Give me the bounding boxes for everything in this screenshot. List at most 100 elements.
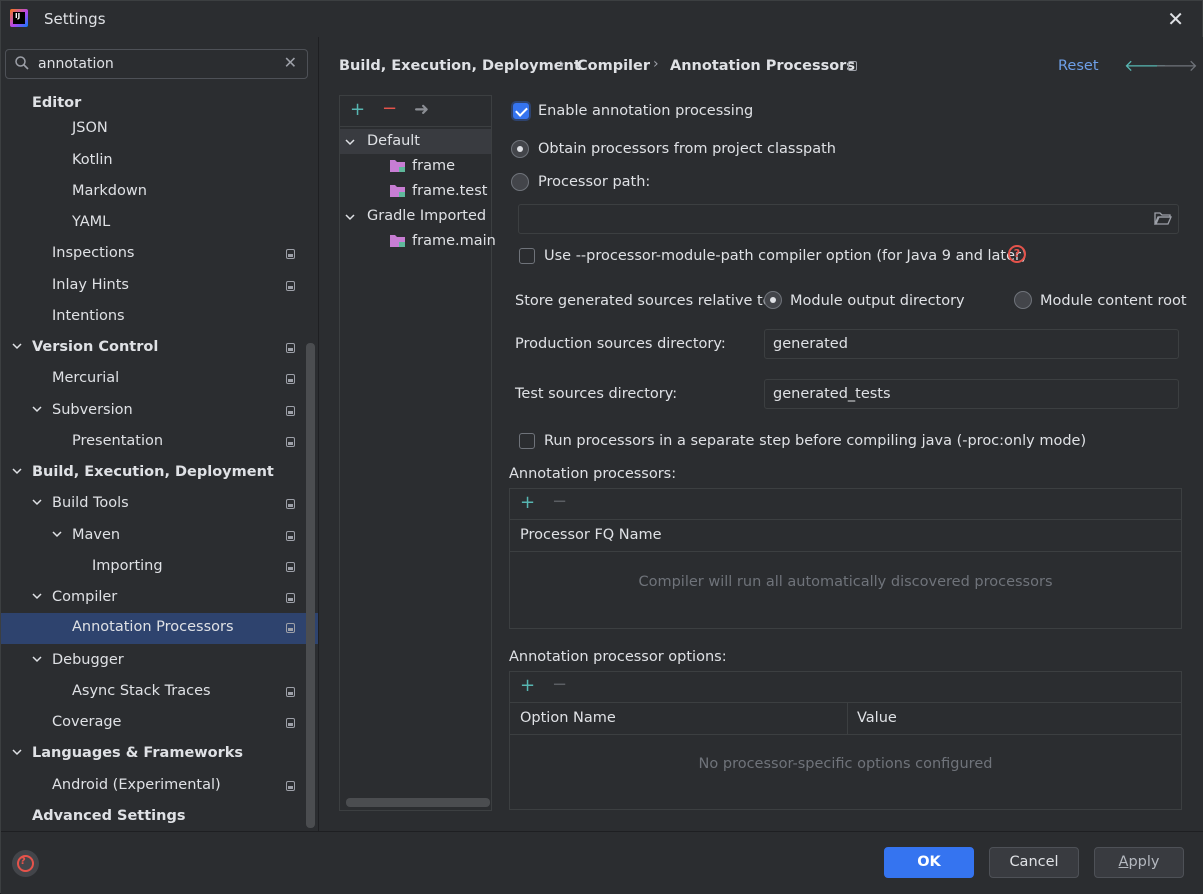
profile-module-frame-main[interactable]: frame.main: [340, 229, 496, 254]
production-sources-label: Production sources directory:: [515, 336, 726, 352]
breadcrumb-compiler[interactable]: Compiler: [577, 58, 650, 74]
tree-item-version-control[interactable]: Version Control: [1, 333, 318, 364]
chevron-down-icon[interactable]: [31, 590, 43, 602]
search-input[interactable]: [38, 54, 278, 74]
dialog-button-bar: ? OK Cancel Apply: [1, 831, 1203, 894]
tree-item-async-stack-traces[interactable]: Async Stack Traces: [1, 677, 318, 708]
tree-item-inlay-hints[interactable]: Inlay Hints: [1, 271, 318, 302]
enable-annotation-processing-checkbox[interactable]: [513, 103, 529, 119]
remove-option-icon[interactable]: −: [552, 676, 567, 694]
tree-item-debugger[interactable]: Debugger: [1, 646, 318, 677]
sidebar-scrollbar[interactable]: [306, 343, 315, 828]
options-table-header: Option Name Value: [510, 703, 1181, 735]
profile-gradle-imported[interactable]: Gradle Imported: [340, 204, 491, 229]
chevron-down-icon[interactable]: [31, 496, 43, 508]
tree-item-label: Importing: [92, 558, 163, 574]
column-processor-fq-name[interactable]: Processor FQ Name: [520, 527, 662, 543]
help-icon[interactable]: ?: [12, 850, 39, 877]
tree-item-label: Presentation: [72, 433, 164, 449]
tree-item-maven[interactable]: Maven: [1, 521, 318, 552]
tree-item-kotlin[interactable]: Kotlin: [1, 146, 318, 177]
separate-step-label: Run processors in a separate step before…: [544, 433, 1087, 449]
clear-search-icon[interactable]: ✕: [284, 53, 297, 72]
separate-step-checkbox[interactable]: [519, 433, 535, 449]
project-settings-icon: [286, 249, 295, 259]
add-option-icon[interactable]: +: [520, 677, 535, 695]
tree-item-label: Languages & Frameworks: [32, 745, 244, 761]
module-output-directory-radio[interactable]: [764, 291, 782, 309]
obtain-from-classpath-radio[interactable]: [511, 140, 529, 158]
move-profile-icon[interactable]: ➜: [414, 101, 429, 119]
add-processor-icon[interactable]: +: [520, 494, 535, 512]
forward-arrow-icon[interactable]: 🡒: [1155, 55, 1198, 75]
tree-item-build-tools[interactable]: Build Tools: [1, 489, 318, 520]
project-settings-icon: [286, 687, 295, 697]
processor-path-input[interactable]: [527, 210, 1127, 228]
chevron-down-icon[interactable]: [31, 403, 43, 415]
intellij-logo-icon: IJ: [10, 9, 28, 27]
cancel-button[interactable]: Cancel: [989, 847, 1079, 878]
tree-item-build-execution-deployment[interactable]: Build, Execution, Deployment: [1, 458, 318, 489]
tree-item-label: Mercurial: [52, 370, 120, 386]
tree-item-label: YAML: [72, 214, 111, 230]
project-settings-icon: [286, 374, 295, 384]
chevron-down-icon[interactable]: [11, 340, 23, 352]
tree-item-markdown[interactable]: Markdown: [1, 177, 318, 208]
tree-item-android-experimental[interactable]: Android (Experimental): [1, 771, 318, 802]
column-value[interactable]: Value: [857, 710, 897, 726]
breadcrumb-build[interactable]: Build, Execution, Deployment: [339, 58, 581, 74]
reset-link[interactable]: Reset: [1058, 58, 1099, 74]
settings-sidebar: ✕ Editor JSON Kotlin Markdown YAML Inspe…: [1, 37, 319, 831]
tree-item-label: Subversion: [52, 402, 133, 418]
profile-module-frame[interactable]: frame: [340, 154, 491, 179]
tree-item-languages-frameworks[interactable]: Languages & Frameworks: [1, 739, 318, 770]
column-divider[interactable]: [847, 703, 848, 735]
tree-item-label: Editor: [32, 95, 82, 111]
tree-item-presentation[interactable]: Presentation: [1, 427, 318, 458]
enable-annotation-processing-label: Enable annotation processing: [538, 103, 754, 119]
add-profile-icon[interactable]: +: [350, 101, 365, 119]
processor-module-path-checkbox[interactable]: [519, 248, 535, 264]
tree-item-label: Annotation Processors: [72, 619, 234, 635]
remove-processor-icon[interactable]: −: [552, 493, 567, 511]
tree-item-advanced-settings[interactable]: Advanced Settings: [1, 802, 318, 833]
test-sources-input[interactable]: [773, 385, 1168, 403]
profiles-pane: + − ➜ Default frame frame.test Gradle Im…: [339, 95, 496, 811]
tree-item-yaml[interactable]: YAML: [1, 208, 318, 239]
column-option-name[interactable]: Option Name: [520, 710, 616, 726]
processor-path-radio[interactable]: [511, 173, 529, 191]
ok-button[interactable]: OK: [884, 847, 974, 878]
tree-item-mercurial[interactable]: Mercurial: [1, 364, 318, 395]
tree-item-label: Build Tools: [52, 495, 129, 511]
tree-item-coverage[interactable]: Coverage: [1, 708, 318, 739]
chevron-down-icon[interactable]: [11, 746, 23, 758]
test-sources-label: Test sources directory:: [515, 386, 678, 402]
tree-item-importing[interactable]: Importing: [1, 552, 318, 583]
profile-module-frame-test[interactable]: frame.test: [340, 179, 491, 204]
folder-open-icon[interactable]: [1154, 211, 1172, 226]
tree-item-compiler[interactable]: Compiler: [1, 583, 318, 614]
tree-item-label: Advanced Settings: [32, 808, 186, 824]
processor-path-field: [518, 204, 1179, 234]
profiles-horizontal-scrollbar[interactable]: [346, 798, 490, 807]
production-sources-input[interactable]: [773, 335, 1168, 353]
module-output-directory-label: Module output directory: [790, 293, 965, 309]
close-icon[interactable]: ✕: [1167, 7, 1184, 31]
chevron-down-icon[interactable]: [344, 211, 356, 223]
project-settings-icon: [286, 406, 295, 416]
module-content-root-radio[interactable]: [1014, 291, 1032, 309]
chevron-down-icon[interactable]: [344, 136, 356, 148]
apply-button[interactable]: Apply: [1094, 847, 1184, 878]
tree-item-json[interactable]: JSON: [1, 114, 318, 145]
chevron-down-icon[interactable]: [51, 528, 63, 540]
chevron-down-icon[interactable]: [11, 465, 23, 477]
tree-item-inspections[interactable]: Inspections: [1, 239, 318, 270]
processors-toolbar: + −: [510, 489, 1181, 520]
profile-default[interactable]: Default: [340, 129, 491, 154]
chevron-down-icon[interactable]: [31, 653, 43, 665]
tree-item-intentions[interactable]: Intentions: [1, 302, 318, 333]
help-icon[interactable]: ?: [1008, 245, 1026, 263]
tree-item-subversion[interactable]: Subversion: [1, 396, 318, 427]
remove-profile-icon[interactable]: −: [382, 100, 397, 118]
tree-item-annotation-processors[interactable]: Annotation Processors: [1, 613, 318, 644]
